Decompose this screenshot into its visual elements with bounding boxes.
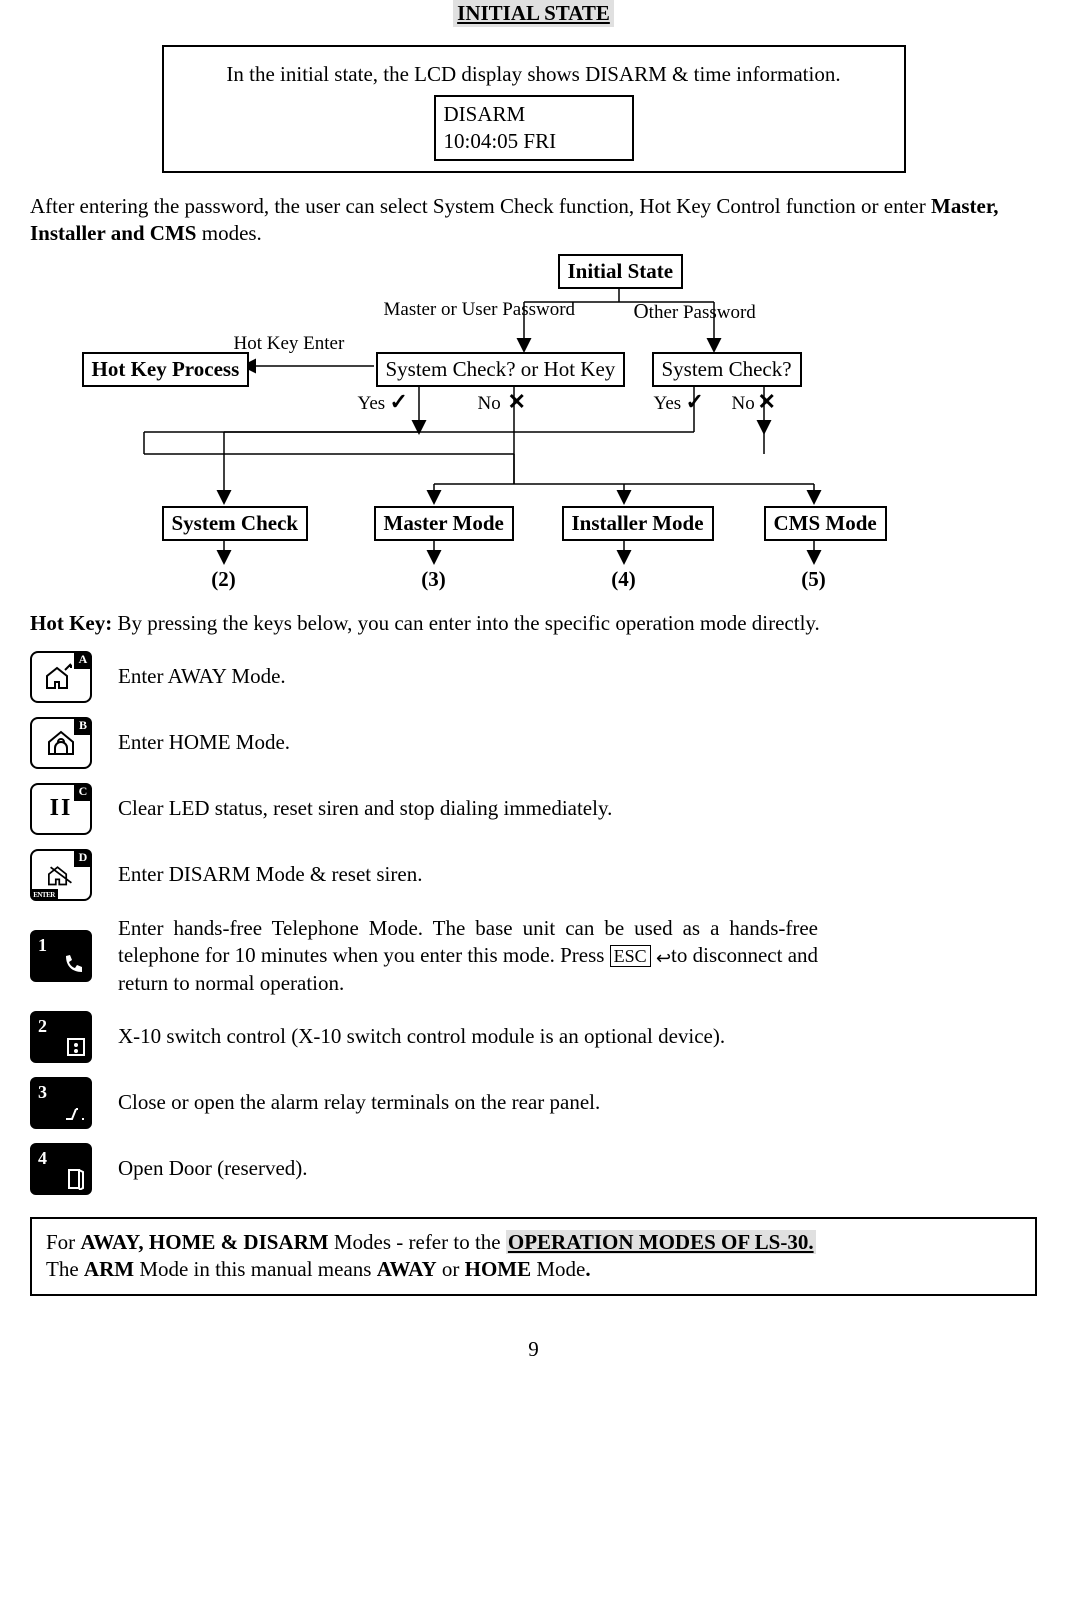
label-no-1: No: [478, 392, 501, 417]
desc-home: Enter HOME Mode.: [118, 729, 1037, 756]
flow-diagram: Initial State Master or User Password OO…: [64, 254, 1004, 594]
hotkey-row-phone: 1 Enter hands-free Telephone Mode. The b…: [30, 915, 1037, 997]
check-icon: ✓: [390, 388, 408, 417]
desc-disarm: Enter DISARM Mode & reset siren.: [118, 861, 1037, 888]
box-system-check: System Check: [162, 506, 309, 541]
label-no-2: No: [732, 392, 755, 417]
note-box: For AWAY, HOME & DISARM Modes - refer to…: [30, 1217, 1037, 1296]
box-hot-key-process: Hot Key Process: [82, 352, 250, 387]
lcd-line1: DISARM: [444, 101, 614, 128]
hotkey-intro: Hot Key: By pressing the keys below, you…: [30, 610, 1037, 637]
key-corner-b: B: [74, 717, 92, 735]
label-other-pw: OOther Passwordther Password: [634, 298, 756, 326]
label-hot-key-enter: Hot Key Enter: [234, 332, 345, 357]
hotkey-row-disarm: D ENTER Enter DISARM Mode & reset siren.: [30, 849, 1037, 901]
key-4-icon: 4: [30, 1143, 92, 1195]
key-a-icon: A: [30, 651, 92, 703]
hotkey-row-away: A Enter AWAY Mode.: [30, 651, 1037, 703]
lcd-display: DISARM 10:04:05 FRI: [434, 95, 634, 162]
initial-state-text: In the initial state, the LCD display sh…: [174, 61, 894, 88]
label-yes-1: Yes: [358, 392, 386, 417]
key-1-icon: 1: [30, 930, 92, 982]
hotkey-row-relay: 3 Close or open the alarm relay terminal…: [30, 1077, 1037, 1129]
hotkey-row-door: 4 Open Door (reserved).: [30, 1143, 1037, 1195]
key-corner-enter: ENTER: [30, 889, 58, 901]
hotkey-row-clear: II C Clear LED status, reset siren and s…: [30, 783, 1037, 835]
initial-state-box: In the initial state, the LCD display sh…: [162, 45, 906, 173]
key-c-icon: II C: [30, 783, 92, 835]
page-title-wrap: INITIAL STATE: [30, 0, 1037, 27]
note-highlight: OPERATION MODES OF LS-30.: [506, 1230, 816, 1254]
box-initial-state: Initial State: [558, 254, 684, 289]
desc-x10: X-10 switch control (X-10 switch control…: [118, 1023, 1037, 1050]
box-cms-mode: CMS Mode: [764, 506, 887, 541]
label-yes-2: Yes: [654, 392, 682, 417]
desc-phone: Enter hands-free Telephone Mode. The bas…: [118, 915, 818, 997]
page-number: 9: [30, 1336, 1037, 1363]
cross-icon: ✕: [758, 388, 776, 417]
box-syscheck-q: System Check?: [652, 352, 802, 387]
ref-3: (3): [414, 566, 454, 593]
box-syscheck-or-hotkey: System Check? or Hot Key: [376, 352, 626, 387]
check-icon: ✓: [686, 388, 704, 417]
key-3-icon: 3: [30, 1077, 92, 1129]
box-master-mode: Master Mode: [374, 506, 514, 541]
ref-2: (2): [204, 566, 244, 593]
box-installer-mode: Installer Mode: [562, 506, 714, 541]
return-icon: ↩: [656, 947, 671, 970]
key-2-icon: 2: [30, 1011, 92, 1063]
ref-5: (5): [794, 566, 834, 593]
esc-key: ESC: [610, 945, 651, 967]
desc-door: Open Door (reserved).: [118, 1155, 1037, 1182]
key-corner-d: D: [74, 849, 92, 867]
hotkey-row-x10: 2 X-10 switch control (X-10 switch contr…: [30, 1011, 1037, 1063]
desc-relay: Close or open the alarm relay terminals …: [118, 1089, 1037, 1116]
hotkey-row-home: B Enter HOME Mode.: [30, 717, 1037, 769]
page-title: INITIAL STATE: [453, 0, 614, 27]
key-d-icon: D ENTER: [30, 849, 92, 901]
key-corner-c: C: [74, 783, 92, 801]
key-b-icon: B: [30, 717, 92, 769]
desc-clear: Clear LED status, reset siren and stop d…: [118, 795, 1037, 822]
cross-icon: ✕: [508, 388, 526, 417]
key-corner-a: A: [74, 651, 92, 669]
lcd-line2: 10:04:05 FRI: [444, 128, 614, 155]
desc-away: Enter AWAY Mode.: [118, 663, 1037, 690]
intro-paragraph: After entering the password, the user ca…: [30, 193, 1037, 248]
label-master-user-pw: Master or User Password: [384, 298, 576, 323]
ref-4: (4): [604, 566, 644, 593]
